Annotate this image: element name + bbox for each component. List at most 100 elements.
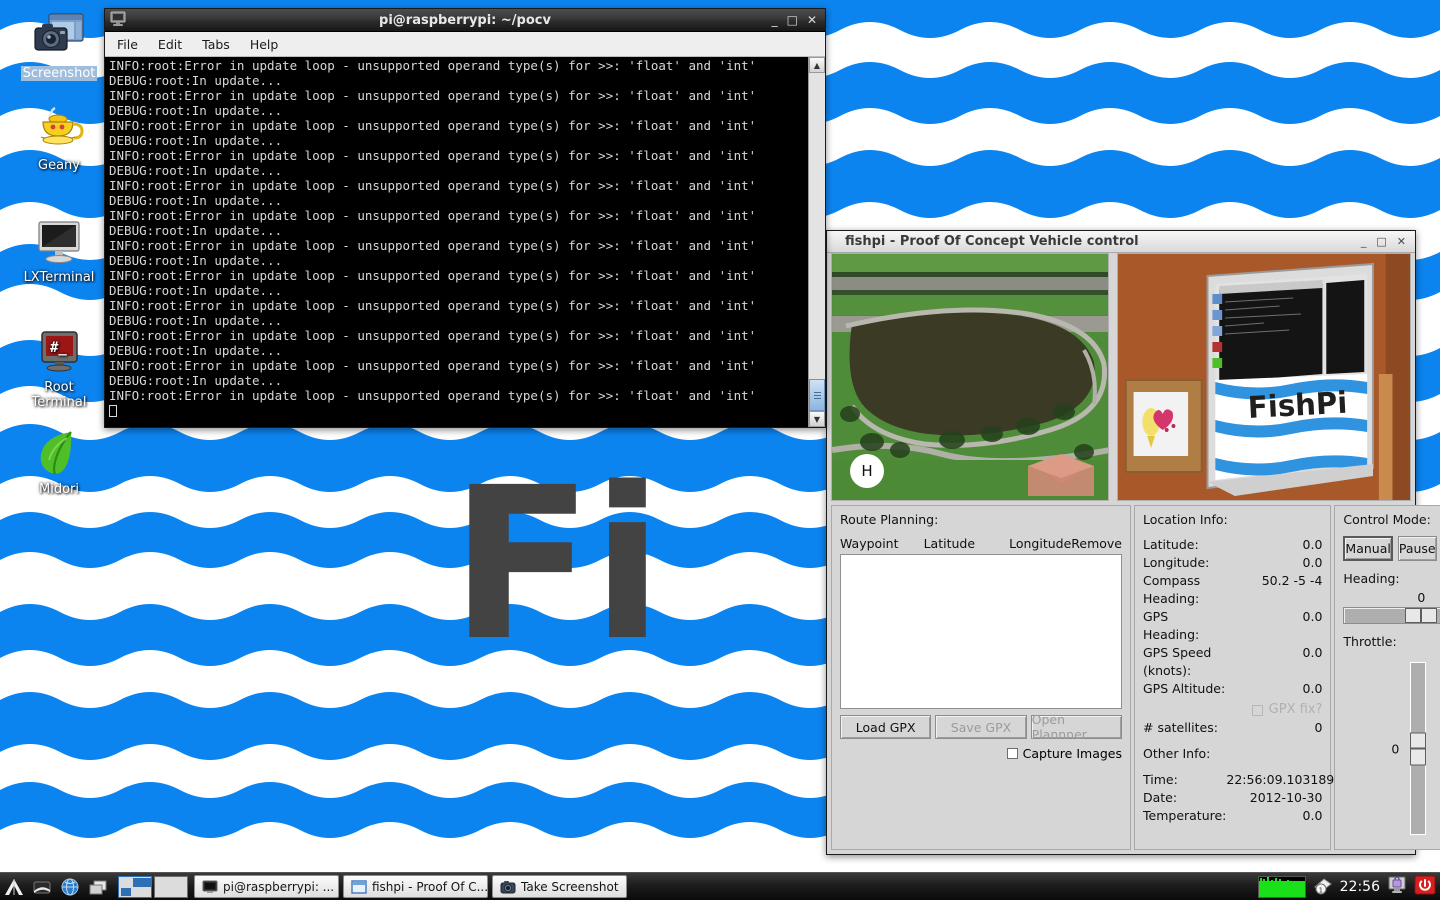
location-info-panel: Location Info: Latitude: 0.0 Longitude: 0.0… bbox=[1134, 505, 1334, 850]
close-icon[interactable]: ✕ bbox=[807, 14, 817, 26]
terminal-cursor bbox=[109, 403, 808, 418]
terminal-line: INFO:root:Error in update loop - unsuppo… bbox=[109, 238, 757, 253]
terminal-line: DEBUG:root:In update... bbox=[109, 223, 283, 238]
maximize-icon[interactable]: □ bbox=[787, 14, 798, 26]
clock[interactable]: 22:56 bbox=[1340, 879, 1380, 895]
desktop-icon-screenshot[interactable]: Screenshot bbox=[4, 12, 114, 81]
workspace-2[interactable] bbox=[154, 875, 188, 898]
route-button-row: Load GPX Save GPX Open Plannner bbox=[840, 712, 1122, 742]
info-key: GPS Altitude: bbox=[1143, 681, 1226, 696]
save-gpx-button: Save GPX bbox=[935, 715, 1027, 739]
power-icon[interactable] bbox=[1414, 875, 1436, 898]
info-row: Date: 2012-10-30 bbox=[1143, 789, 1322, 807]
menu-help[interactable]: Help bbox=[250, 37, 279, 52]
control-mode-title: Control Mode: bbox=[1343, 512, 1431, 527]
info-key: Compass Heading: bbox=[1143, 573, 1201, 606]
workspace-pager[interactable] bbox=[118, 875, 188, 898]
desktop-icon-root-terminal[interactable]: #_ Root Terminal bbox=[4, 326, 114, 410]
route-planning-panel: Route Planning: Waypoint Latitude Longit… bbox=[831, 505, 1131, 850]
terminal-line: INFO:root:Error in update loop - unsuppo… bbox=[109, 268, 757, 283]
map-view[interactable]: H bbox=[831, 253, 1109, 501]
desktop-icon-midori[interactable]: Midori bbox=[4, 428, 114, 497]
terminal-line: INFO:root:Error in update loop - unsuppo… bbox=[109, 148, 757, 163]
scroll-down-icon[interactable]: ▼ bbox=[809, 411, 825, 427]
info-row: GPS Speed (knots): 0.0 bbox=[1143, 644, 1322, 680]
scrollbar-grip-icon bbox=[813, 390, 821, 401]
terminal-window[interactable]: pi@raspberrypi: ~/pocv _ □ ✕ File Edit T… bbox=[104, 8, 826, 428]
capture-images-row[interactable]: Capture Images bbox=[840, 746, 1122, 761]
mode-pause-button[interactable]: Pause bbox=[1397, 536, 1437, 561]
capture-images-checkbox[interactable] bbox=[1006, 748, 1018, 759]
taskbar-task-3[interactable]: Take Screenshot bbox=[492, 875, 627, 898]
minimize-icon[interactable]: _ bbox=[1361, 236, 1367, 247]
lock-screen-icon[interactable] bbox=[1386, 875, 1408, 898]
heading-slider[interactable] bbox=[1343, 607, 1440, 624]
desktop[interactable]: Fi Screenshot Geany LXTerminal #_ Root T… bbox=[0, 0, 1440, 872]
throttle-slider[interactable] bbox=[1409, 661, 1428, 836]
window-icon bbox=[351, 879, 367, 894]
terminal-line: DEBUG:root:In update... bbox=[109, 133, 283, 148]
waypoint-list[interactable] bbox=[840, 554, 1122, 709]
terminal-window-controls[interactable]: _ □ ✕ bbox=[772, 14, 825, 26]
scrollbar-thumb[interactable] bbox=[809, 379, 825, 411]
menu-file[interactable]: File bbox=[117, 37, 138, 52]
satellites-label: # satellites: bbox=[1143, 720, 1218, 735]
desktop-icon-lxterminal[interactable]: LXTerminal bbox=[4, 216, 114, 285]
taskbar[interactable]: pi@raspberrypi: ... fishpi - Proof Of C..… bbox=[0, 872, 1440, 900]
desktop-icon-label: Midori bbox=[39, 482, 79, 497]
file-manager-icon[interactable] bbox=[28, 874, 56, 900]
fishpi-window-controls[interactable]: _ □ ✕ bbox=[1361, 236, 1415, 247]
info-value: 0.0 bbox=[1302, 808, 1323, 823]
windows-icon[interactable] bbox=[84, 874, 112, 900]
info-key: Temperature: bbox=[1143, 808, 1227, 823]
terminal-output[interactable]: INFO:root:Error in update loop - unsuppo… bbox=[105, 57, 808, 427]
terminal-titlebar[interactable]: pi@raspberrypi: ~/pocv _ □ ✕ bbox=[105, 9, 825, 32]
menu-tabs[interactable]: Tabs bbox=[202, 37, 230, 52]
camera-overlay-text: FishPi bbox=[1247, 385, 1348, 425]
taskbar-task-label: pi@raspberrypi: ... bbox=[223, 879, 335, 894]
task-list[interactable]: pi@raspberrypi: ... fishpi - Proof Of C..… bbox=[194, 875, 631, 898]
cpu-graph-icon[interactable] bbox=[1257, 875, 1306, 898]
scroll-up-icon[interactable]: ▲ bbox=[809, 57, 825, 73]
throttle-label: Throttle: bbox=[1343, 634, 1397, 649]
info-key: GPS Speed (knots): bbox=[1143, 645, 1212, 678]
terminal-line: INFO:root:Error in update loop - unsuppo… bbox=[109, 328, 757, 343]
terminal-scrollbar[interactable]: ▲ ▼ bbox=[808, 57, 825, 427]
heading-slider-thumb[interactable] bbox=[1405, 608, 1438, 623]
network-icon[interactable]: 1 bbox=[1312, 875, 1334, 898]
location-rows: Latitude: 0.0 Longitude: 0.0 Compass Heading… bbox=[1143, 536, 1322, 698]
terminal-body[interactable]: INFO:root:Error in update loop - unsuppo… bbox=[105, 57, 825, 427]
taskbar-task-1[interactable]: pi@raspberrypi: ... bbox=[194, 875, 339, 898]
terminal-menubar[interactable]: File Edit Tabs Help bbox=[105, 32, 825, 57]
browser-globe-icon[interactable] bbox=[56, 874, 84, 900]
control-mode-panel: Control Mode: Manual Pause AutoPilot Hea… bbox=[1334, 505, 1440, 850]
info-row: Latitude: 0.0 bbox=[1143, 536, 1322, 554]
menu-arrow-icon[interactable] bbox=[0, 874, 28, 900]
terminal-line: DEBUG:root:In update... bbox=[109, 163, 283, 178]
column-header-latitude: Latitude bbox=[923, 536, 976, 551]
desktop-icon-geany[interactable]: Geany bbox=[4, 104, 114, 173]
fishpi-titlebar[interactable]: fishpi - Proof Of Concept Vehicle contro… bbox=[827, 231, 1415, 253]
mode-manual-button[interactable]: Manual bbox=[1343, 536, 1393, 561]
terminal-line: INFO:root:Error in update loop - unsuppo… bbox=[109, 358, 757, 373]
taskbar-task-2[interactable]: fishpi - Proof Of C... bbox=[343, 875, 488, 898]
info-value: 0.0 bbox=[1302, 609, 1323, 624]
info-key: GPS Heading: bbox=[1143, 609, 1200, 642]
system-tray[interactable]: 1 22:56 bbox=[1257, 875, 1440, 898]
camera-view[interactable]: FishPi bbox=[1117, 253, 1411, 501]
minimize-icon[interactable]: _ bbox=[772, 14, 778, 26]
info-row: GPS Heading: 0.0 bbox=[1143, 608, 1322, 644]
desktop-icon-label: Root Terminal bbox=[31, 380, 87, 410]
menu-edit[interactable]: Edit bbox=[158, 37, 182, 52]
terminal-line: INFO:root:Error in update loop - unsuppo… bbox=[109, 118, 757, 133]
workspace-1[interactable] bbox=[118, 875, 152, 898]
throttle-slider-thumb[interactable] bbox=[1410, 732, 1427, 765]
scrollbar-track[interactable] bbox=[809, 73, 825, 411]
load-gpx-button[interactable]: Load GPX bbox=[840, 715, 932, 739]
info-row: Longitude: 0.0 bbox=[1143, 554, 1322, 572]
fishpi-window[interactable]: fishpi - Proof Of Concept Vehicle contro… bbox=[826, 230, 1440, 855]
maximize-icon[interactable]: □ bbox=[1376, 236, 1386, 247]
close-icon[interactable]: ✕ bbox=[1397, 236, 1406, 247]
info-key: Time: bbox=[1143, 772, 1178, 787]
info-value: 0.0 bbox=[1302, 681, 1323, 696]
